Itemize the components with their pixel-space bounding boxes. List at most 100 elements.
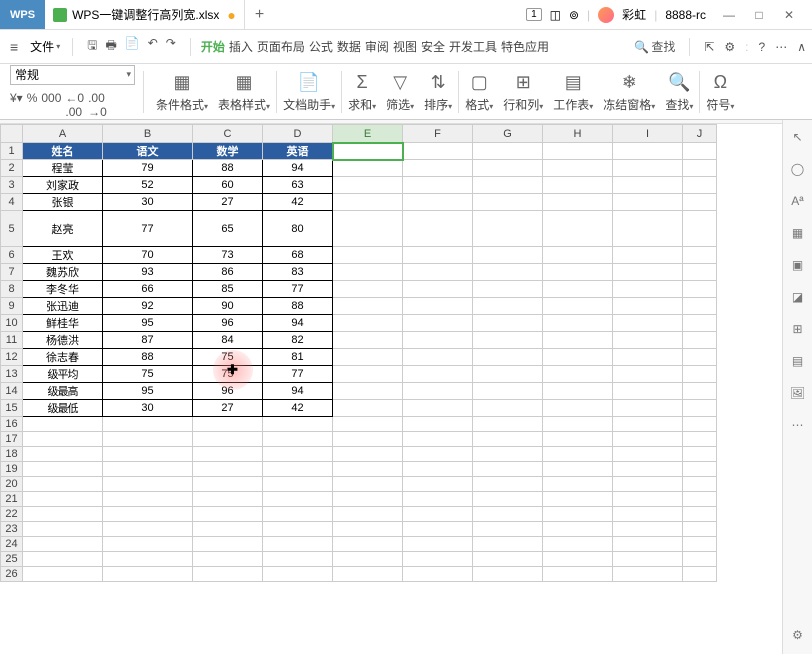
cell[interactable] <box>263 492 333 507</box>
cell[interactable] <box>193 477 263 492</box>
row-header[interactable]: 13 <box>1 366 23 383</box>
cell[interactable] <box>683 507 717 522</box>
cell[interactable]: 27 <box>193 400 263 417</box>
cell[interactable] <box>263 432 333 447</box>
cell[interactable] <box>613 298 683 315</box>
cell[interactable]: 68 <box>263 247 333 264</box>
cell[interactable] <box>193 447 263 462</box>
cell[interactable] <box>403 247 473 264</box>
cell[interactable] <box>333 143 403 160</box>
cell[interactable]: 语文 <box>103 143 193 160</box>
cell[interactable] <box>543 247 613 264</box>
cell[interactable] <box>23 462 103 477</box>
cell[interactable] <box>263 567 333 582</box>
cell[interactable] <box>473 447 543 462</box>
more-tools-icon[interactable]: ⋯ <box>792 418 804 432</box>
cell[interactable]: 93 <box>103 264 193 281</box>
cell[interactable] <box>543 492 613 507</box>
cell[interactable] <box>473 143 543 160</box>
cell[interactable] <box>543 264 613 281</box>
cell[interactable]: 李冬华 <box>23 281 103 298</box>
select-all-corner[interactable] <box>1 125 23 143</box>
cell[interactable]: 王欢 <box>23 247 103 264</box>
cell[interactable] <box>543 400 613 417</box>
cell[interactable] <box>613 537 683 552</box>
col-header-G[interactable]: G <box>473 125 543 143</box>
select-tool-icon[interactable]: ↖ <box>792 130 802 144</box>
cell[interactable]: 84 <box>193 332 263 349</box>
cell[interactable] <box>473 552 543 567</box>
cell[interactable] <box>403 462 473 477</box>
cell[interactable] <box>473 567 543 582</box>
cell[interactable] <box>613 264 683 281</box>
cell[interactable] <box>613 160 683 177</box>
cell[interactable] <box>263 552 333 567</box>
ribbon-冻结窗格[interactable]: ❄冻结窗格▾ <box>599 70 659 113</box>
cell[interactable] <box>613 281 683 298</box>
cell[interactable]: 徐志春 <box>23 349 103 366</box>
cell[interactable] <box>473 211 543 247</box>
cell[interactable] <box>23 567 103 582</box>
menu-安全[interactable]: 安全 <box>419 38 447 55</box>
cell[interactable] <box>403 477 473 492</box>
ribbon-条件格式[interactable]: ▦条件格式▾ <box>152 70 212 113</box>
cell[interactable] <box>403 447 473 462</box>
cell[interactable] <box>613 315 683 332</box>
row-header[interactable]: 7 <box>1 264 23 281</box>
menu-开始[interactable]: 开始 <box>199 38 227 55</box>
ribbon-工作表[interactable]: ▤工作表▾ <box>549 70 597 113</box>
cell[interactable] <box>333 537 403 552</box>
cell[interactable]: 英语 <box>263 143 333 160</box>
cell[interactable] <box>403 143 473 160</box>
menu-视图[interactable]: 视图 <box>391 38 419 55</box>
cell[interactable] <box>333 400 403 417</box>
cell[interactable] <box>403 264 473 281</box>
cell[interactable] <box>543 160 613 177</box>
cell[interactable]: 27 <box>193 194 263 211</box>
cell[interactable]: 张迅迪 <box>23 298 103 315</box>
cell[interactable]: 88 <box>193 160 263 177</box>
sheet-tool-icon[interactable]: ⊞ <box>792 322 802 336</box>
cell[interactable] <box>473 298 543 315</box>
cell[interactable] <box>473 247 543 264</box>
cell[interactable] <box>473 315 543 332</box>
cell[interactable] <box>613 211 683 247</box>
cell[interactable] <box>543 211 613 247</box>
row-header[interactable]: 20 <box>1 477 23 492</box>
cell[interactable] <box>683 247 717 264</box>
menu-审阅[interactable]: 审阅 <box>363 38 391 55</box>
cell[interactable] <box>103 507 193 522</box>
save-icon[interactable]: 🖫 <box>87 36 97 57</box>
cell[interactable] <box>23 537 103 552</box>
cell[interactable] <box>683 332 717 349</box>
cell[interactable] <box>193 507 263 522</box>
cell[interactable]: 杨德洪 <box>23 332 103 349</box>
cell[interactable] <box>473 417 543 432</box>
cell[interactable]: 88 <box>103 349 193 366</box>
menu-数据[interactable]: 数据 <box>335 38 363 55</box>
row-header[interactable]: 3 <box>1 177 23 194</box>
cell[interactable] <box>543 332 613 349</box>
cell[interactable] <box>473 432 543 447</box>
cell[interactable]: 85 <box>193 281 263 298</box>
cell[interactable] <box>683 143 717 160</box>
cell[interactable]: 70 <box>103 247 193 264</box>
file-menu[interactable]: 文件 ▾ <box>26 38 64 55</box>
cell[interactable] <box>683 462 717 477</box>
cell[interactable] <box>103 537 193 552</box>
cell[interactable] <box>333 160 403 177</box>
ribbon-排序[interactable]: ⇅排序▾ <box>420 70 456 113</box>
cell[interactable] <box>543 177 613 194</box>
cell[interactable]: 81 <box>263 349 333 366</box>
decimal-inc-icon[interactable]: ←0.00 <box>65 91 84 119</box>
cell[interactable] <box>333 447 403 462</box>
cell[interactable] <box>473 177 543 194</box>
cell[interactable] <box>333 349 403 366</box>
cell[interactable] <box>543 366 613 383</box>
cell[interactable] <box>263 507 333 522</box>
cell[interactable]: 87 <box>103 332 193 349</box>
cell[interactable] <box>473 462 543 477</box>
cell[interactable] <box>263 522 333 537</box>
cell[interactable] <box>403 492 473 507</box>
table-tool-icon[interactable]: ▤ <box>792 354 803 368</box>
